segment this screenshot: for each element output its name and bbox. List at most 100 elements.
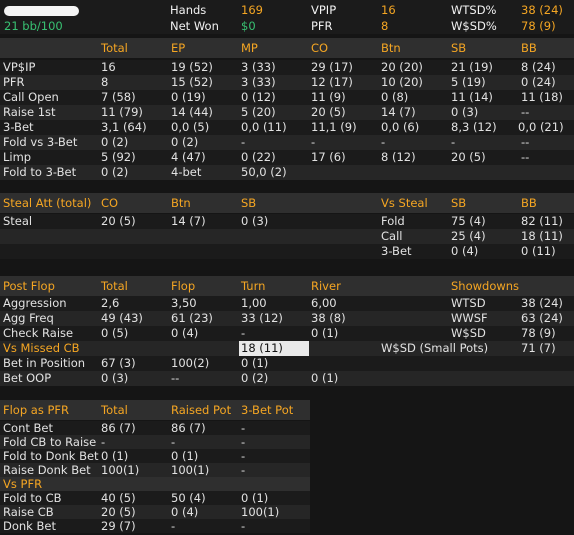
row-label: Raise 1st bbox=[3, 105, 56, 119]
cell-co: 11 (9) bbox=[311, 90, 346, 104]
cell-river: 0 (1) bbox=[311, 371, 339, 385]
row-label: Raise Donk Bet bbox=[3, 463, 91, 477]
row-label: Bet in Position bbox=[3, 356, 86, 370]
cell-co: 17 (6) bbox=[311, 150, 346, 164]
showdown-value: 71 (7) bbox=[521, 341, 556, 355]
table-row: Fold to 3-Bet 0 (2) 4-bet 50,0 (2) bbox=[0, 165, 574, 180]
col-header-bb: BB bbox=[521, 41, 537, 55]
vs-steal-col-sb: SB bbox=[451, 196, 467, 210]
steal-col-btn: Btn bbox=[171, 196, 191, 210]
steal-title: Steal Att (total) bbox=[3, 196, 92, 210]
table-row: Limp 5 (92) 4 (47) 0 (22) 17 (6) 8 (12) … bbox=[0, 150, 574, 165]
cell-btn: 0,0 (6) bbox=[381, 120, 420, 134]
postflop-header-row: Post Flop Total Flop Turn River Showdown… bbox=[0, 276, 574, 296]
table-row: Raise 1st 11 (79) 14 (44) 5 (20) 20 (5) … bbox=[0, 105, 574, 120]
cell-btn: - bbox=[381, 135, 386, 149]
cell-raised: 0 (1) bbox=[171, 449, 199, 463]
table-row: Bet OOP 0 (3) -- 0 (2) 0 (1) bbox=[0, 371, 574, 386]
table-row: Agg Freq 49 (43) 61 (23) 33 (12) 38 (8) … bbox=[0, 311, 574, 326]
table-row: Check Raise 0 (5) 0 (4) - 0 (1) W$SD 78 … bbox=[0, 326, 574, 341]
cell-co: - bbox=[311, 135, 316, 149]
cell-bb: 0,0 (21) bbox=[518, 120, 564, 134]
cell-turn: 0 (2) bbox=[241, 371, 269, 385]
postflop-title: Post Flop bbox=[3, 279, 55, 293]
turn-highlight-cell[interactable]: 18 (11) bbox=[239, 341, 309, 356]
cell-raised: 50 (4) bbox=[171, 491, 206, 505]
cell-btn: 14 (7) bbox=[171, 214, 206, 228]
showdown-label: W$SD (Small Pots) bbox=[381, 341, 489, 355]
table-row: Cont Bet 86 (7) 86 (7) - bbox=[0, 421, 310, 435]
cell-ep: 19 (52) bbox=[171, 60, 213, 74]
cell-total: 86 (7) bbox=[101, 421, 136, 435]
wsd-label: W$SD% bbox=[451, 19, 497, 33]
flop-pfr-header-row: Flop as PFR Total Raised Pot 3-Bet Pot bbox=[0, 400, 310, 420]
cell-bb: 0 (11) bbox=[521, 244, 556, 258]
cell-total: 3,1 (64) bbox=[101, 120, 147, 134]
cell-total: 20 (5) bbox=[101, 505, 136, 519]
cell-bb: 8 (24) bbox=[521, 60, 556, 74]
cell-sb: 0 (3) bbox=[451, 105, 479, 119]
row-label: VP$IP bbox=[3, 60, 36, 74]
cell-btn: 10 (20) bbox=[381, 75, 423, 89]
cell-btn: 8 (12) bbox=[381, 150, 416, 164]
vs-pfr-title: Vs PFR bbox=[3, 477, 43, 491]
postflop-col-total: Total bbox=[101, 279, 128, 293]
col-header-ep: EP bbox=[171, 41, 186, 55]
flop-pfr-title: Flop as PFR bbox=[3, 403, 70, 417]
cell-total: 0 (2) bbox=[101, 135, 129, 149]
cell-total: 16 bbox=[101, 60, 116, 74]
cell-river: 38 (8) bbox=[311, 311, 346, 325]
row-label: Check Raise bbox=[3, 326, 74, 340]
cell-total: 2,6 bbox=[101, 296, 120, 310]
vs-missed-cb-label: Vs Missed CB bbox=[3, 341, 80, 355]
table-row: Fold CB to Raise - - - bbox=[0, 435, 310, 449]
cell-total: 5 (92) bbox=[101, 150, 136, 164]
pfr-value: 8 bbox=[381, 19, 389, 33]
cell-ep: 0,0 (5) bbox=[171, 120, 210, 134]
cell-ep: 0 (2) bbox=[171, 135, 199, 149]
table-row: Bet in Position 67 (3) 100(2) 0 (1) bbox=[0, 356, 574, 371]
cell-bb: 0 (24) bbox=[521, 75, 556, 89]
cell-raised: 86 (7) bbox=[171, 421, 206, 435]
cell-sb: 11 (14) bbox=[451, 90, 493, 104]
postflop-col-flop: Flop bbox=[171, 279, 196, 293]
cell-flop: 100(2) bbox=[171, 356, 210, 370]
steal-col-co: CO bbox=[101, 196, 119, 210]
cell-total: 100(1) bbox=[101, 463, 140, 477]
cell-sb: 8,3 (12) bbox=[451, 120, 497, 134]
stakes-label: 21 bb/100 bbox=[4, 19, 63, 33]
cell-total: 0 (5) bbox=[101, 326, 129, 340]
row-label: Call Open bbox=[3, 90, 59, 104]
cell-3bet: - bbox=[241, 449, 246, 463]
showdown-value: 38 (24) bbox=[521, 296, 563, 310]
flop-pfr-col-total: Total bbox=[101, 403, 128, 417]
table-row: Vs Missed CB 18 (11) W$SD (Small Pots) 7… bbox=[0, 341, 574, 356]
hands-value: 169 bbox=[241, 3, 263, 17]
row-label: Limp bbox=[3, 150, 32, 164]
cell-co: 29 (17) bbox=[311, 60, 353, 74]
row-label: Call bbox=[381, 229, 403, 243]
row-label: 3-Bet bbox=[3, 120, 34, 134]
cell-flop: 3,50 bbox=[171, 296, 197, 310]
cell-raised: - bbox=[171, 435, 176, 449]
showdown-value: 78 (9) bbox=[521, 326, 556, 340]
cell-total: 0 (2) bbox=[101, 165, 129, 179]
flop-pfr-col-raised: Raised Pot bbox=[171, 403, 232, 417]
row-label: Fold to Donk Bet bbox=[3, 449, 99, 463]
cell-mp: 0,0 (11) bbox=[241, 120, 287, 134]
pfr-label: PFR bbox=[311, 19, 333, 33]
row-label: 3-Bet bbox=[381, 244, 412, 258]
cell-flop: 61 (23) bbox=[171, 311, 213, 325]
table-row: VP$IP 16 19 (52) 3 (33) 29 (17) 20 (20) … bbox=[0, 60, 574, 75]
cell-mp: 3 (33) bbox=[241, 75, 276, 89]
row-label: Agg Freq bbox=[3, 311, 54, 325]
row-label: Aggression bbox=[3, 296, 67, 310]
table-row: Raise Donk Bet 100(1) 100(1) - bbox=[0, 463, 310, 477]
cell-btn: 0 (8) bbox=[381, 90, 409, 104]
table-row: Fold to Donk Bet 0 (1) 0 (1) - bbox=[0, 449, 310, 463]
table-row: Donk Bet 29 (7) - - bbox=[0, 519, 310, 533]
row-label: Steal bbox=[3, 214, 33, 228]
table-row: 3-Bet 3,1 (64) 0,0 (5) 0,0 (11) 11,1 (9)… bbox=[0, 120, 574, 135]
cell-flop: 0 (4) bbox=[171, 326, 199, 340]
col-header-mp: MP bbox=[241, 41, 258, 55]
